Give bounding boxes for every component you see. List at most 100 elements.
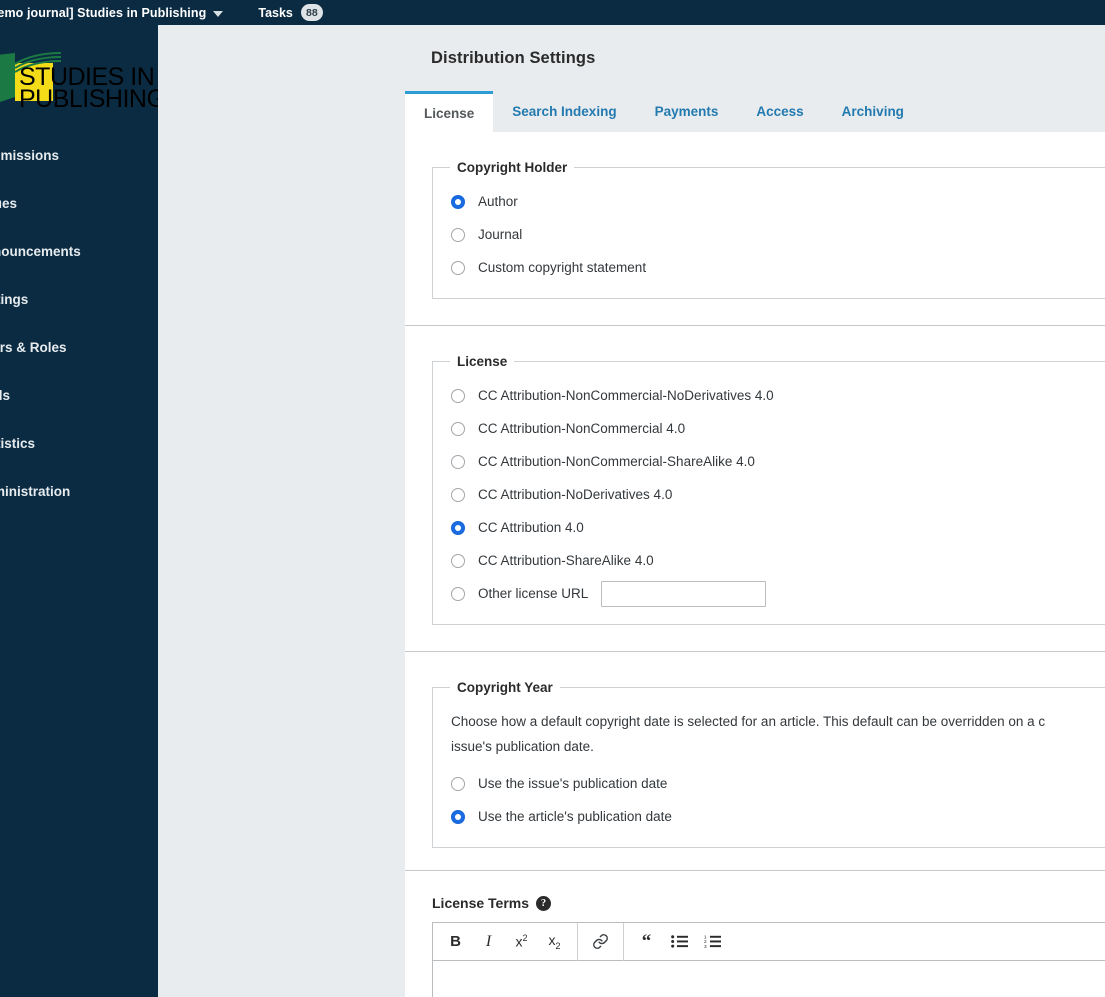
- sidebar-item-statistics[interactable]: Statistics: [0, 419, 158, 467]
- tasks-label: Tasks: [258, 5, 293, 20]
- italic-glyph: I: [485, 932, 492, 950]
- radio-icon[interactable]: [451, 194, 465, 209]
- radio-label: CC Attribution 4.0: [478, 520, 584, 535]
- help-icon[interactable]: ?: [536, 895, 552, 911]
- radio-label: CC Attribution-NonCommercial 4.0: [478, 421, 686, 436]
- copyright-holder-section: Copyright Holder Author Journal Custom c…: [405, 132, 1105, 299]
- tab-label: Search Indexing: [512, 104, 617, 119]
- superscript-icon[interactable]: x2: [505, 923, 538, 961]
- description-line-2: issue's publication date.: [451, 739, 594, 754]
- radio-label: CC Attribution-ShareAlike 4.0: [478, 553, 654, 568]
- copyright-year-option-issue-date[interactable]: Use the issue's publication date: [433, 767, 1105, 800]
- copyright-holder-option-author[interactable]: Author: [433, 185, 1105, 218]
- license-terms-section: License Terms ? B I x2 x2 “ 1 2 3: [405, 871, 1105, 997]
- sidebar-item-tools[interactable]: Tools: [0, 371, 158, 419]
- editor-toolbar-group-text: B I x2 x2: [433, 922, 578, 961]
- sidebar-nav: Submissions Issues Announcements Setting…: [0, 131, 158, 515]
- blockquote-glyph: “: [641, 930, 652, 952]
- radio-icon[interactable]: [451, 260, 465, 275]
- radio-icon[interactable]: [451, 553, 465, 568]
- copyright-holder-fieldset: Copyright Holder Author Journal Custom c…: [432, 160, 1105, 299]
- copyright-holder-legend: Copyright Holder: [457, 160, 568, 175]
- sidebar-item-label: Settings: [0, 291, 29, 307]
- tab-search-indexing[interactable]: Search Indexing: [493, 91, 635, 132]
- tab-payments[interactable]: Payments: [636, 91, 738, 132]
- blockquote-icon[interactable]: “: [630, 923, 663, 961]
- license-option-by-nd[interactable]: CC Attribution-NoDerivatives 4.0: [433, 478, 1105, 511]
- sidebar-item-label: Issues: [0, 195, 18, 211]
- license-fieldset: License CC Attribution-NonCommercial-NoD…: [432, 354, 1105, 625]
- svg-text:3: 3: [704, 944, 707, 949]
- radio-icon[interactable]: [451, 586, 465, 601]
- copyright-year-legend: Copyright Year: [457, 680, 553, 695]
- sidebar-item-announcements[interactable]: Announcements: [0, 227, 158, 275]
- settings-tab-bar: License Search Indexing Payments Access …: [405, 91, 1105, 132]
- journal-title: [Demo journal] Studies in Publishing: [0, 5, 207, 20]
- sidebar-item-submissions[interactable]: Submissions: [0, 131, 158, 179]
- sidebar-item-label: Announcements: [0, 243, 81, 259]
- license-option-by-nc-sa[interactable]: CC Attribution-NonCommercial-ShareAlike …: [433, 445, 1105, 478]
- tab-label: Access: [756, 104, 804, 119]
- chevron-down-icon: [213, 10, 224, 17]
- radio-label: CC Attribution-NoDerivatives 4.0: [478, 487, 673, 502]
- radio-icon[interactable]: [451, 520, 465, 535]
- sidebar-item-administration[interactable]: Administration: [0, 467, 158, 515]
- radio-label: CC Attribution-NonCommercial-ShareAlike …: [478, 454, 755, 469]
- license-option-other-url[interactable]: Other license URL: [433, 577, 1105, 610]
- radio-icon[interactable]: [451, 776, 465, 791]
- sidebar-item-label: Statistics: [0, 435, 36, 451]
- tab-archiving[interactable]: Archiving: [823, 91, 923, 132]
- copyright-year-section: Copyright Year Choose how a default copy…: [405, 652, 1105, 848]
- top-header-bar: [Demo journal] Studies in Publishing Tas…: [0, 0, 1105, 25]
- radio-icon[interactable]: [451, 454, 465, 469]
- other-license-url-input[interactable]: [601, 580, 767, 607]
- license-option-by-nc[interactable]: CC Attribution-NonCommercial 4.0: [433, 412, 1105, 445]
- radio-icon[interactable]: [451, 487, 465, 502]
- license-tab-panel: Copyright Holder Author Journal Custom c…: [405, 132, 1105, 997]
- radio-label: Journal: [478, 227, 523, 242]
- italic-icon[interactable]: I: [472, 923, 505, 961]
- bullet-list-icon[interactable]: [663, 923, 696, 961]
- radio-label: Author: [478, 194, 518, 209]
- editor-toolbar-group-link: [578, 922, 624, 961]
- radio-label: Use the article's publication date: [478, 809, 672, 824]
- copyright-year-option-article-date[interactable]: Use the article's publication date: [433, 800, 1105, 833]
- tab-label: Payments: [654, 104, 719, 119]
- distribution-settings-panel: Distribution Settings License Search Ind…: [405, 25, 1105, 997]
- sidebar-item-label: Tools: [0, 387, 10, 403]
- radio-icon[interactable]: [451, 809, 465, 824]
- tab-access[interactable]: Access: [737, 91, 822, 132]
- link-icon[interactable]: [584, 923, 617, 961]
- numbered-list-icon[interactable]: 1 2 3: [696, 923, 729, 961]
- radio-label: Use the issue's publication date: [478, 776, 668, 791]
- license-terms-editor-body[interactable]: [433, 961, 1105, 997]
- tasks-count-badge: 88: [300, 4, 323, 21]
- radio-icon[interactable]: [451, 421, 465, 436]
- copyright-holder-option-custom[interactable]: Custom copyright statement: [433, 251, 1105, 284]
- radio-label: Custom copyright statement: [478, 260, 647, 275]
- main-content-area: Distribution Settings License Search Ind…: [158, 25, 1105, 997]
- journal-switcher[interactable]: [Demo journal] Studies in Publishing: [0, 0, 231, 25]
- tab-license[interactable]: License: [405, 91, 494, 132]
- copyright-holder-option-journal[interactable]: Journal: [433, 218, 1105, 251]
- sidebar-item-issues[interactable]: Issues: [0, 179, 158, 227]
- svg-text:PUBLISHING: PUBLISHING: [19, 85, 158, 113]
- license-option-by[interactable]: CC Attribution 4.0: [433, 511, 1105, 544]
- sidebar-item-label: Submissions: [0, 147, 60, 163]
- radio-icon[interactable]: [451, 388, 465, 403]
- sidebar-item-users-and-roles[interactable]: Users & Roles: [0, 323, 158, 371]
- editor-toolbar: B I x2 x2 “ 1 2 3: [433, 922, 1105, 961]
- license-terms-label: License Terms: [432, 895, 530, 911]
- sidebar-item-label: Users & Roles: [0, 339, 67, 355]
- subscript-icon[interactable]: x2: [538, 923, 571, 961]
- tasks-button[interactable]: Tasks 88: [258, 0, 323, 25]
- bold-icon[interactable]: B: [439, 923, 472, 961]
- sidebar-item-settings[interactable]: Settings: [0, 275, 158, 323]
- license-option-by-nc-nd[interactable]: CC Attribution-NonCommercial-NoDerivativ…: [433, 379, 1105, 412]
- sidebar-item-label: Administration: [0, 483, 71, 499]
- bold-glyph: B: [450, 933, 461, 950]
- license-option-by-sa[interactable]: CC Attribution-ShareAlike 4.0: [433, 544, 1105, 577]
- radio-icon[interactable]: [451, 227, 465, 242]
- journal-logo[interactable]: STUDIES IN PUBLISHING: [0, 51, 158, 113]
- license-terms-rich-text-editor: B I x2 x2 “ 1 2 3: [432, 922, 1105, 997]
